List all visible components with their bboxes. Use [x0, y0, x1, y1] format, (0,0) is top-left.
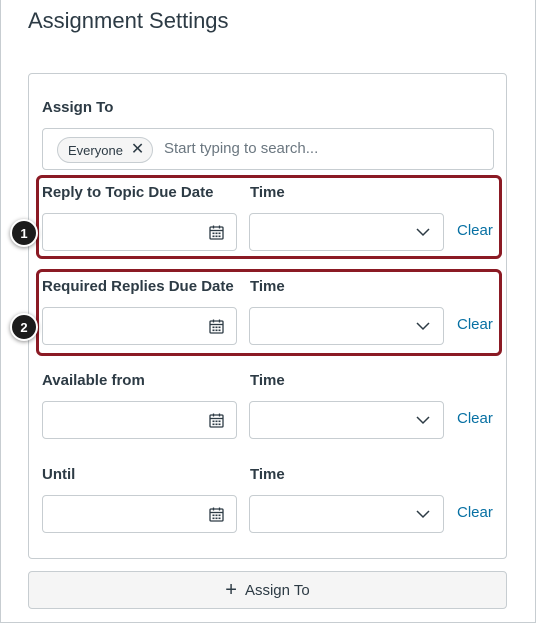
until-time-select[interactable]: [249, 495, 444, 533]
reply-time-select[interactable]: [249, 213, 444, 251]
available-from-clear-link[interactable]: Clear: [457, 410, 493, 427]
required-replies-clear-link[interactable]: Clear: [457, 316, 493, 333]
plus-icon: +: [225, 579, 237, 601]
required-replies-due-date-input[interactable]: [42, 307, 237, 345]
chip-label: Everyone: [68, 142, 123, 158]
search-placeholder: Start typing to search...: [164, 140, 319, 157]
close-icon[interactable]: ✕: [131, 142, 144, 158]
reply-due-date-label: Reply to Topic Due Date: [42, 184, 214, 201]
chevron-down-icon: [416, 228, 430, 237]
reply-time-label: Time: [250, 184, 285, 201]
available-from-time-select[interactable]: [249, 401, 444, 439]
required-replies-due-date-label: Required Replies Due Date: [42, 278, 234, 295]
until-clear-link[interactable]: Clear: [457, 504, 493, 521]
add-assign-to-label: Assign To: [244, 581, 310, 599]
reply-due-date-input[interactable]: [42, 213, 237, 251]
assignee-chip: Everyone ✕: [57, 137, 154, 163]
page-title: Assignment Settings: [28, 8, 229, 33]
add-assign-to-button[interactable]: + Assign To: [28, 571, 507, 609]
calendar-icon[interactable]: [209, 319, 224, 334]
available-from-date-input[interactable]: [42, 401, 237, 439]
assign-to-label: Assign To: [42, 99, 114, 116]
chevron-down-icon: [416, 416, 430, 425]
calendar-icon[interactable]: [209, 225, 224, 240]
chevron-down-icon: [416, 322, 430, 331]
chevron-down-icon: [416, 510, 430, 519]
until-label: Until: [42, 466, 76, 483]
until-time-label: Time: [250, 466, 285, 483]
required-replies-time-label: Time: [250, 278, 285, 295]
required-replies-time-select[interactable]: [249, 307, 444, 345]
available-from-time-label: Time: [250, 372, 285, 389]
callout-badge-2: 2: [10, 313, 38, 341]
calendar-icon[interactable]: [209, 507, 224, 522]
reply-clear-link[interactable]: Clear: [457, 222, 493, 239]
available-from-label: Available from: [42, 372, 145, 389]
until-date-input[interactable]: [42, 495, 237, 533]
assign-to-field[interactable]: Everyone ✕ Start typing to search...: [42, 128, 494, 170]
callout-badge-1: 1: [10, 219, 38, 247]
calendar-icon[interactable]: [209, 413, 224, 428]
